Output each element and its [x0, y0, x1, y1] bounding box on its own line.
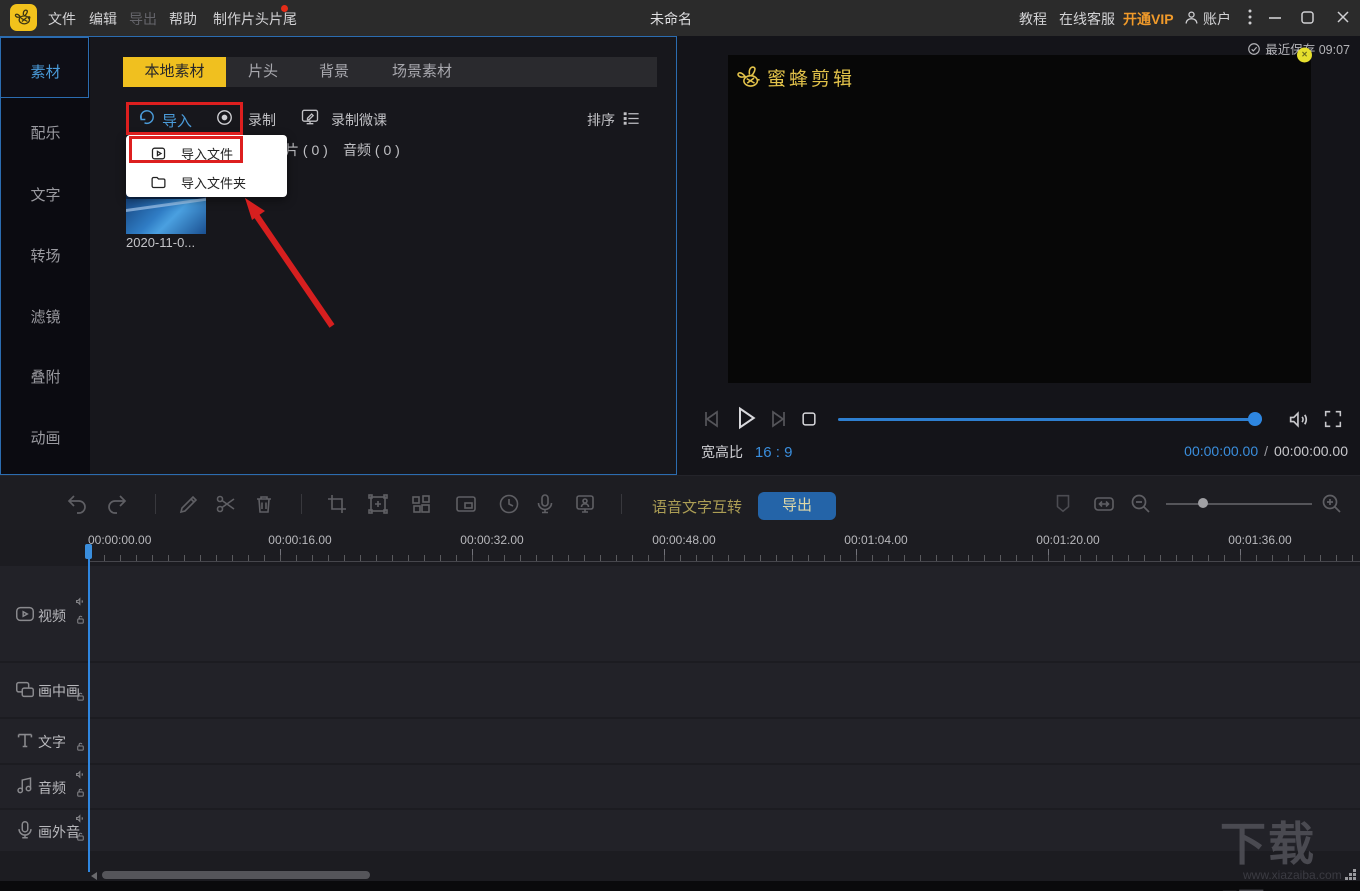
- edit-pencil-icon[interactable]: [177, 492, 201, 516]
- project-title: 未命名: [650, 11, 692, 27]
- track-pip[interactable]: 画中画: [0, 663, 1360, 717]
- annotation-arrow: [245, 198, 335, 328]
- online-support-link[interactable]: 在线客服: [1059, 9, 1115, 29]
- webcam-record-icon[interactable]: [573, 492, 597, 516]
- playhead-line[interactable]: [88, 546, 90, 872]
- ruler-tick-label: 00:01:04.00: [844, 533, 908, 547]
- fullscreen-icon[interactable]: [1322, 408, 1344, 430]
- zoom-in-icon[interactable]: [1320, 492, 1344, 516]
- stop-button[interactable]: [799, 409, 819, 429]
- pip-frame-icon[interactable]: [454, 492, 478, 516]
- ruler-tick-label: 00:01:36.00: [1228, 533, 1292, 547]
- close-window-button[interactable]: [1336, 10, 1350, 24]
- track-lock-icon[interactable]: [75, 614, 86, 625]
- preview-panel: 最近保存 09:07 蜜蜂剪辑 × 宽高比 16: 9 00:00:00.00…: [677, 36, 1360, 475]
- voiceover-track-icon: [14, 819, 36, 841]
- video-track-icon: [14, 603, 36, 625]
- track-text[interactable]: 文字: [0, 719, 1360, 763]
- delete-trash-icon[interactable]: [252, 492, 276, 516]
- app-window: 文件 编辑 导出 帮助 制作片头片尾 未命名 教程 在线客服 开通VIP 账户: [0, 0, 1360, 891]
- timeline-zoom-slider[interactable]: [1166, 503, 1312, 505]
- audio-track-icon: [14, 775, 36, 797]
- track-video[interactable]: 视频: [0, 566, 1360, 661]
- zoom-out-icon[interactable]: [1129, 492, 1153, 516]
- text-track-icon: [14, 730, 36, 752]
- total-time: 00:00:00.00: [1274, 443, 1348, 459]
- person-icon: [1183, 9, 1200, 26]
- site-watermark-url: www.xiazaiba.com: [1243, 868, 1342, 882]
- time-display: 00:00:00.00/00:00:00.00: [1184, 443, 1348, 459]
- close-preview-overlay-button[interactable]: ×: [1297, 47, 1312, 63]
- bee-icon: [736, 64, 763, 91]
- sidebar-item-overlays[interactable]: 叠附: [1, 358, 90, 398]
- track-lock-icon[interactable]: [75, 741, 86, 752]
- sort-list-icon[interactable]: [622, 109, 641, 128]
- horizontal-scrollbar[interactable]: [102, 871, 370, 879]
- timeline: 00:00:00.00 00:00:16.00 00:00:32.00 00:0…: [0, 530, 1360, 881]
- ruler-tick-label: 00:00:16.00: [268, 533, 332, 547]
- maximize-button[interactable]: [1301, 11, 1314, 24]
- track-voiceover[interactable]: 画外音: [0, 810, 1360, 851]
- sort-button[interactable]: 排序: [587, 110, 615, 130]
- tutorial-link[interactable]: 教程: [1019, 9, 1047, 29]
- bottom-edge: [0, 881, 1360, 891]
- mosaic-icon[interactable]: [409, 492, 433, 516]
- zoom-frame-icon[interactable]: [366, 492, 390, 516]
- scroll-left-arrow[interactable]: [91, 872, 97, 880]
- current-time: 00:00:00.00: [1184, 443, 1259, 459]
- video-canvas[interactable]: 蜜蜂剪辑: [728, 55, 1311, 383]
- aspect-ratio: 宽高比 16 : 9: [701, 442, 792, 462]
- voiceover-mic-icon[interactable]: [533, 492, 557, 516]
- timeline-zoom-handle[interactable]: [1198, 498, 1208, 508]
- track-mute-icon[interactable]: [75, 596, 86, 607]
- previous-frame-button[interactable]: [700, 407, 724, 431]
- open-vip-link[interactable]: 开通VIP: [1123, 9, 1174, 29]
- pip-track-icon: [14, 679, 36, 701]
- track-lock-icon[interactable]: [75, 831, 86, 842]
- crop-icon[interactable]: [325, 492, 349, 516]
- speech-text-convert-button[interactable]: 语音文字互转: [652, 496, 742, 517]
- track-mute-icon[interactable]: [75, 769, 86, 780]
- undo-icon[interactable]: [65, 492, 89, 516]
- volume-icon[interactable]: [1287, 407, 1312, 432]
- marker-shield-icon[interactable]: [1052, 492, 1076, 516]
- ruler-tick-label: 00:00:00.00: [88, 533, 152, 547]
- split-scissors-icon[interactable]: [214, 492, 238, 516]
- playhead-handle[interactable]: [85, 544, 92, 559]
- ruler-tick-label: 00:01:20.00: [1036, 533, 1100, 547]
- brand-watermark: 蜜蜂剪辑: [736, 64, 855, 91]
- fit-timeline-icon[interactable]: [1092, 492, 1116, 516]
- edit-toolbar: 语音文字互转 导出: [0, 475, 1360, 530]
- track-lock-icon[interactable]: [75, 787, 86, 798]
- export-button[interactable]: 导出: [758, 492, 836, 520]
- sidebar-item-animations[interactable]: 动画: [1, 419, 90, 459]
- minimize-button[interactable]: [1268, 6, 1282, 26]
- seek-bar[interactable]: [838, 418, 1262, 421]
- seek-handle[interactable]: [1248, 412, 1262, 426]
- redo-icon[interactable]: [105, 492, 129, 516]
- track-mute-icon[interactable]: [75, 813, 86, 824]
- track-audio[interactable]: 音频: [0, 765, 1360, 808]
- ruler-tick-label: 00:00:48.00: [652, 533, 716, 547]
- kebab-menu-icon[interactable]: [1242, 8, 1258, 26]
- duration-clock-icon[interactable]: [497, 492, 521, 516]
- aspect-ratio-label: 宽高比: [701, 444, 743, 460]
- resize-grip-icon[interactable]: [1344, 868, 1357, 881]
- check-circle-icon: [1247, 42, 1261, 56]
- track-lock-icon[interactable]: [75, 691, 86, 702]
- ruler-tick-label: 00:00:32.00: [460, 533, 524, 547]
- play-button[interactable]: [730, 403, 760, 433]
- aspect-ratio-value[interactable]: 16 : 9: [755, 444, 793, 461]
- next-frame-button[interactable]: [766, 407, 790, 431]
- account-link[interactable]: 账户: [1203, 9, 1231, 29]
